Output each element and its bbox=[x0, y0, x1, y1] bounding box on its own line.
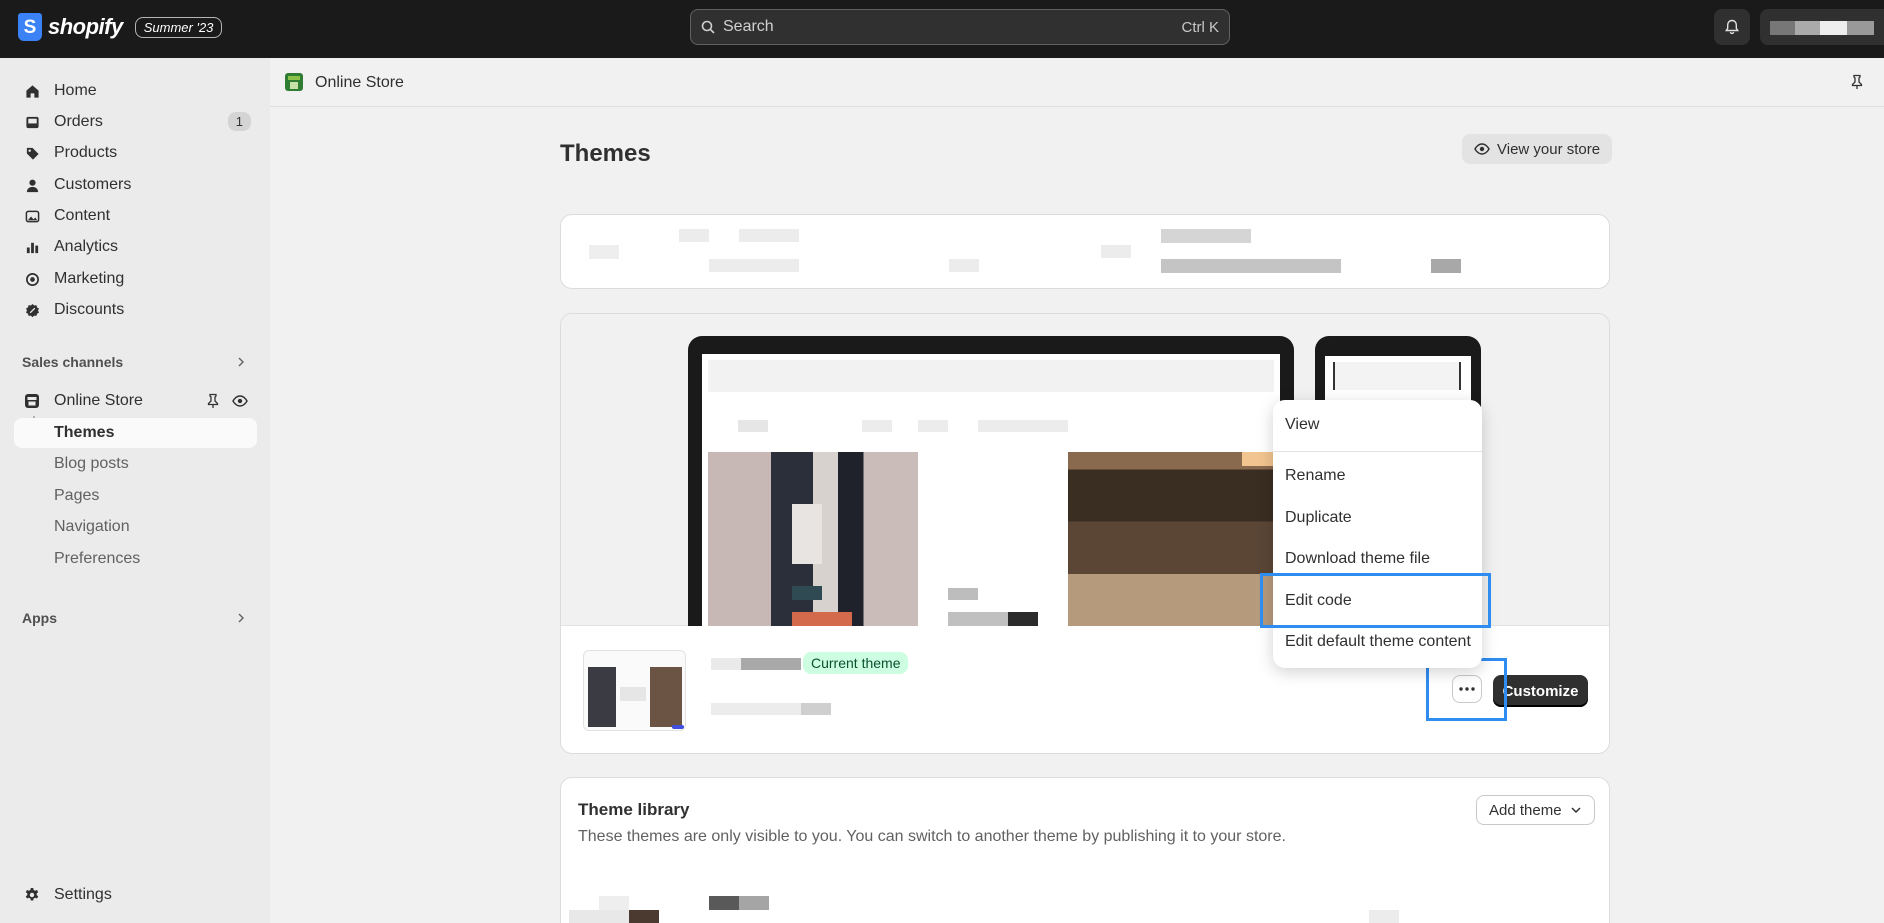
menu-item-download-theme-file[interactable]: Download theme file bbox=[1285, 550, 1430, 568]
sidebar-item-products[interactable]: Products bbox=[14, 138, 257, 168]
shopify-bag-icon: S bbox=[18, 13, 42, 41]
search-input[interactable]: Search Ctrl K bbox=[690, 9, 1230, 45]
sidebar-item-label: Orders bbox=[54, 113, 103, 130]
bell-icon bbox=[1725, 19, 1739, 35]
view-store-button[interactable]: View your store bbox=[1462, 134, 1613, 164]
home-icon bbox=[24, 83, 40, 99]
sidebar-subitem-themes[interactable]: Themes bbox=[14, 418, 257, 448]
sidebar-item-home[interactable]: Home bbox=[14, 76, 257, 106]
sidebar-subitem-pages[interactable]: Pages bbox=[14, 481, 257, 511]
add-theme-label: Add theme bbox=[1489, 801, 1562, 819]
page-title: Themes bbox=[560, 140, 651, 167]
person-icon bbox=[24, 177, 40, 193]
sidebar-item-discounts[interactable]: Discounts bbox=[14, 295, 257, 325]
sidebar-item-label: Online Store bbox=[54, 392, 143, 409]
view-store-label: View your store bbox=[1497, 140, 1601, 158]
sidebar-item-label: Analytics bbox=[54, 238, 119, 255]
breadcrumb-label[interactable]: Online Store bbox=[315, 74, 404, 92]
theme-library-description: These themes are only visible to you. Yo… bbox=[578, 828, 1286, 845]
sidebar-item-label: Products bbox=[54, 144, 118, 161]
theme-thumbnail bbox=[583, 650, 686, 731]
breadcrumb: Online Store bbox=[270, 58, 1884, 107]
settings-label: Settings bbox=[54, 886, 112, 903]
sales-channels-title[interactable]: Sales channels bbox=[22, 354, 123, 370]
sidebar-item-label: Content bbox=[54, 207, 111, 224]
sidebar-item-marketing[interactable]: Marketing bbox=[14, 264, 257, 294]
gear-icon bbox=[24, 887, 40, 903]
bar-chart-icon bbox=[24, 239, 40, 255]
logo-text: shopify bbox=[48, 14, 123, 39]
sidebar-item-settings[interactable]: Settings bbox=[14, 880, 112, 910]
theme-library-title: Theme library bbox=[578, 800, 690, 819]
menu-item-view[interactable]: View bbox=[1285, 416, 1319, 434]
sidebar-subitem-preferences[interactable]: Preferences bbox=[14, 544, 257, 574]
add-theme-button[interactable]: Add theme bbox=[1476, 795, 1595, 825]
menu-item-rename[interactable]: Rename bbox=[1285, 467, 1345, 485]
menu-item-edit-default-theme-content[interactable]: Edit default theme content bbox=[1285, 633, 1471, 651]
image-icon bbox=[24, 208, 40, 224]
chevron-right-icon[interactable] bbox=[236, 355, 246, 373]
top-bar: S shopify Summer '23 Search Ctrl K bbox=[0, 0, 1884, 58]
search-shortcut: Ctrl K bbox=[1181, 18, 1220, 36]
account-menu[interactable] bbox=[1760, 9, 1884, 45]
sidebar-item-online-store[interactable]: Online Store bbox=[14, 386, 257, 416]
theme-library-card: Theme library These themes are only visi… bbox=[560, 777, 1610, 923]
customize-button[interactable]: Customize bbox=[1493, 675, 1588, 707]
sidebar-item-orders[interactable]: Orders 1 bbox=[14, 107, 257, 137]
sidebar-item-content[interactable]: Content bbox=[14, 201, 257, 231]
chevron-down-icon bbox=[1571, 807, 1581, 814]
eye-icon bbox=[1474, 143, 1490, 155]
tag-icon bbox=[24, 145, 40, 161]
online-store-app-icon bbox=[284, 72, 304, 97]
sidebar-item-label: Discounts bbox=[54, 301, 125, 318]
menu-divider bbox=[1273, 451, 1482, 452]
sidebar-item-label: Customers bbox=[54, 176, 132, 193]
edit-code-highlight bbox=[1260, 573, 1491, 628]
search-icon bbox=[701, 20, 715, 34]
sidebar-item-label: Marketing bbox=[54, 270, 125, 287]
pin-icon[interactable] bbox=[1850, 74, 1864, 95]
sidebar-item-label: Home bbox=[54, 82, 97, 99]
chevron-right-icon[interactable] bbox=[236, 611, 246, 629]
menu-item-duplicate[interactable]: Duplicate bbox=[1285, 509, 1352, 527]
apps-title[interactable]: Apps bbox=[22, 610, 57, 626]
store-info-card bbox=[560, 214, 1610, 289]
target-icon bbox=[24, 271, 40, 287]
edition-badge[interactable]: Summer '23 bbox=[134, 16, 223, 38]
orders-count-badge: 1 bbox=[227, 112, 251, 131]
sidebar: Home Orders 1 Products Customers Content… bbox=[0, 58, 270, 923]
sidebar-subitem-blog-posts[interactable]: Blog posts bbox=[14, 449, 257, 479]
notifications-button[interactable] bbox=[1714, 9, 1750, 45]
sidebar-item-customers[interactable]: Customers bbox=[14, 170, 257, 200]
sidebar-item-analytics[interactable]: Analytics bbox=[14, 232, 257, 262]
store-icon bbox=[24, 393, 40, 409]
eye-icon[interactable] bbox=[232, 393, 248, 414]
current-theme-badge: Current theme bbox=[803, 652, 909, 674]
discount-icon bbox=[24, 302, 40, 318]
search-placeholder: Search bbox=[723, 18, 774, 35]
shopify-logo[interactable]: S shopify Summer '23 bbox=[18, 13, 223, 41]
inbox-icon bbox=[24, 114, 40, 130]
pin-icon[interactable] bbox=[206, 393, 220, 414]
sidebar-subitem-navigation[interactable]: Navigation bbox=[14, 512, 257, 542]
desktop-preview bbox=[688, 336, 1294, 626]
